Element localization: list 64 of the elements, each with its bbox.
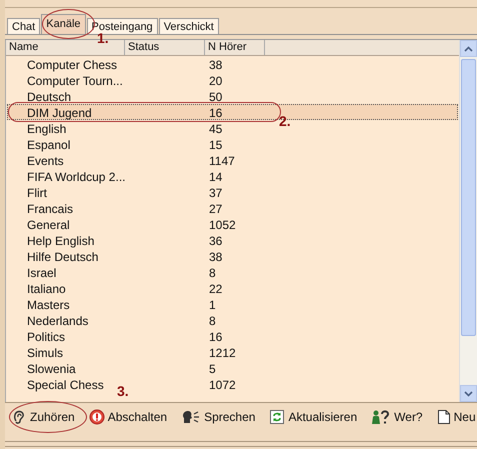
speaking-head-icon xyxy=(181,409,202,425)
listener-count: 1072 xyxy=(208,377,237,391)
toolbar-button[interactable]: Aktualisieren xyxy=(267,407,360,427)
listener-count: 1 xyxy=(208,297,217,311)
refresh-icon xyxy=(269,409,286,425)
tab[interactable]: Verschickt xyxy=(158,18,219,34)
scroll-thumb[interactable] xyxy=(461,59,476,336)
listener-count: 38 xyxy=(208,57,224,71)
scroll-up-button[interactable] xyxy=(460,40,477,57)
channel-name: FIFA Worldcup 2... xyxy=(26,169,126,183)
channel-name: Hilfe Deutsch xyxy=(26,249,100,263)
channel-name: Italiano xyxy=(26,281,67,295)
listener-count: 22 xyxy=(208,281,224,295)
scrollbar[interactable] xyxy=(459,40,477,402)
ear-icon xyxy=(11,409,27,425)
channel-name: Deutsch xyxy=(26,89,72,103)
listener-count: 37 xyxy=(208,185,224,199)
channel-name: Israel xyxy=(26,265,58,279)
channel-name: English xyxy=(26,121,68,135)
channel-name: Francais xyxy=(26,201,74,215)
listener-count: 5 xyxy=(208,361,217,375)
channel-name: Help English xyxy=(26,233,96,247)
channel-name: General xyxy=(26,217,71,231)
channel-name: Politics xyxy=(26,329,66,343)
channel-name: Computer Tourn... xyxy=(26,73,124,87)
listener-count: 8 xyxy=(208,313,217,327)
tab[interactable]: Kanäle xyxy=(41,14,86,34)
channel-name: Flirt xyxy=(26,185,48,199)
channel-name: Masters xyxy=(26,297,71,311)
channel-name: Computer Chess xyxy=(26,57,118,71)
listener-count: 38 xyxy=(208,249,224,263)
listener-count: 1147 xyxy=(208,153,236,167)
listener-count: 1212 xyxy=(208,345,237,359)
toolbar-button[interactable]: Zuhören xyxy=(9,407,77,427)
channel-name: DIM Jugend xyxy=(26,105,93,119)
listener-count: 8 xyxy=(208,265,217,279)
channel-name: Special Chess xyxy=(26,377,105,391)
tab[interactable]: Chat xyxy=(7,18,40,34)
toolbar-button[interactable]: Wer? xyxy=(369,407,425,427)
channel-name: Espanol xyxy=(26,137,72,151)
listener-count: 27 xyxy=(208,201,224,215)
channel-name: Simuls xyxy=(26,345,64,359)
listener-count: 15 xyxy=(208,137,224,151)
channel-name: Nederlands xyxy=(26,313,90,327)
toolbar-button[interactable]: Neu xyxy=(434,407,477,427)
listener-count: 45 xyxy=(208,121,224,135)
listener-count: 16 xyxy=(208,105,224,119)
toolbar-button[interactable]: Sprechen xyxy=(179,407,258,427)
listener-count: 50 xyxy=(208,89,224,103)
document-icon xyxy=(436,409,451,425)
listener-count: 1052 xyxy=(208,217,237,231)
channel-name: Events xyxy=(26,153,65,167)
toolbar-button[interactable]: Abschalten xyxy=(86,407,170,427)
power-icon xyxy=(88,409,105,425)
scroll-down-button[interactable] xyxy=(460,385,477,402)
column-header[interactable]: N Hörer xyxy=(205,40,265,55)
channel-name: Slowenia xyxy=(26,361,77,375)
listener-count: 14 xyxy=(208,169,224,183)
column-header[interactable]: Status xyxy=(125,40,205,55)
listener-count: 20 xyxy=(208,73,224,87)
person-question-icon xyxy=(371,409,392,425)
listener-count: 36 xyxy=(208,233,224,247)
listener-count: 16 xyxy=(208,329,224,343)
annotation-number: 3. xyxy=(117,383,129,399)
